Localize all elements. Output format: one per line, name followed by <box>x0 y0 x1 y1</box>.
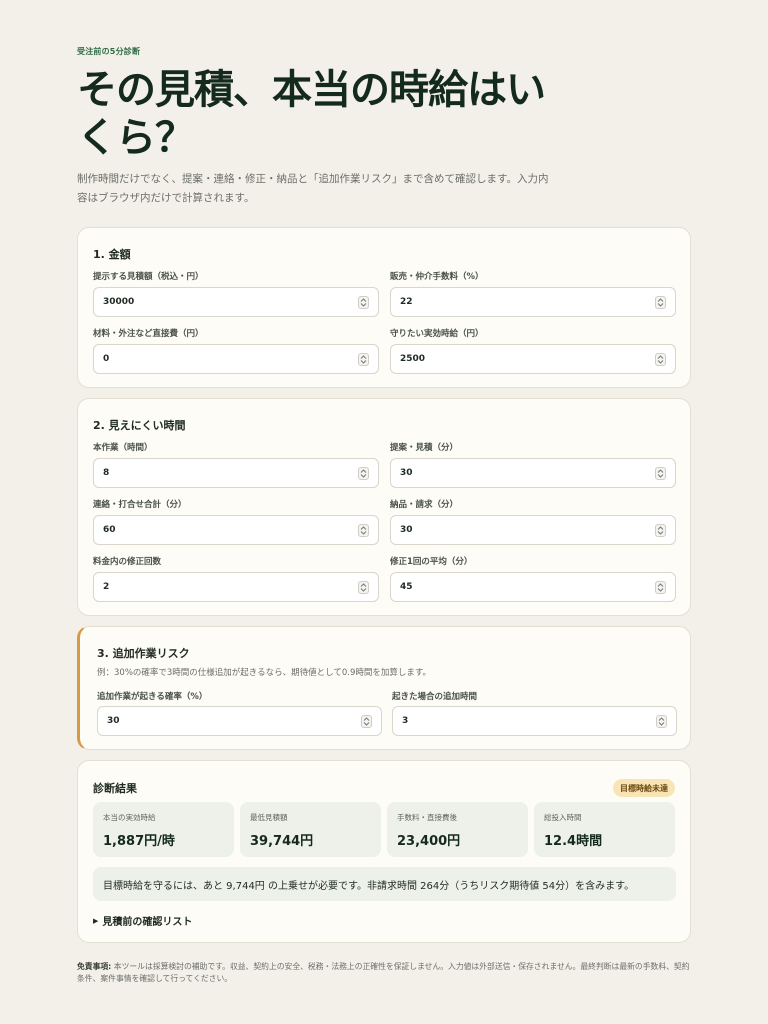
result-summary: 目標時給を守るには、あと 9,744円 の上乗せが必要です。非請求時間 264分… <box>93 867 676 901</box>
target-rate-input[interactable]: 2500 <box>390 344 676 374</box>
metric-minimum-quote: 最低見積額 39,744円 <box>240 802 381 857</box>
meeting-time-label: 連絡・打合せ合計（分） <box>93 500 187 510</box>
stepper-icon[interactable] <box>655 581 666 594</box>
extra-hours-value: 3 <box>402 716 409 726</box>
quote-amount-value: 30000 <box>103 297 135 307</box>
meeting-time-input[interactable]: 60 <box>93 515 379 545</box>
fee-rate-value: 22 <box>400 297 413 307</box>
checklist-toggle[interactable]: ▶ 見積前の確認リスト <box>93 913 193 929</box>
stepper-icon[interactable] <box>358 296 369 309</box>
stepper-icon[interactable] <box>655 353 666 366</box>
metric-label: 最低見積額 <box>250 813 288 822</box>
revision-avg-input[interactable]: 45 <box>390 572 676 602</box>
metric-label: 総投入時間 <box>544 813 582 822</box>
quote-amount-input[interactable]: 30000 <box>93 287 379 317</box>
revision-count-label: 料金内の修正回数 <box>93 557 162 567</box>
stepper-icon[interactable] <box>358 353 369 366</box>
target-rate-label: 守りたい実効時給（円） <box>390 329 484 339</box>
quote-amount-label: 提示する見積額（税込・円） <box>93 272 204 282</box>
metric-value: 12.4時間 <box>544 834 603 849</box>
risk-probability-value: 30 <box>107 716 120 726</box>
revision-count-value: 2 <box>103 582 110 592</box>
delivery-time-value: 30 <box>400 525 413 535</box>
extra-hours-label: 起きた場合の追加時間 <box>392 692 478 702</box>
revision-count-input[interactable]: 2 <box>93 572 379 602</box>
proposal-time-input[interactable]: 30 <box>390 458 676 488</box>
stepper-icon[interactable] <box>358 524 369 537</box>
risk-note: 例：30%の確率で3時間の仕様追加が起きるなら、期待値として0.9時間を加算しま… <box>97 668 432 678</box>
direct-cost-input[interactable]: 0 <box>93 344 379 374</box>
section-extra-risk: 3. 追加作業リスク 例：30%の確率で3時間の仕様追加が起きるなら、期待値とし… <box>77 626 691 750</box>
revision-avg-value: 45 <box>400 582 413 592</box>
section-amount-title: 1. 金額 <box>93 248 131 261</box>
disclaimer-text: 本ツールは採算検討の補助です。収益、契約上の安全、税務・法務上の正確性を保証しま… <box>77 962 690 983</box>
page-title: その見積、本当の時給はいくら？ <box>77 67 546 161</box>
delivery-time-input[interactable]: 30 <box>390 515 676 545</box>
main-work-value: 8 <box>103 468 110 478</box>
main-work-input[interactable]: 8 <box>93 458 379 488</box>
main-work-label: 本作業（時間） <box>93 443 153 453</box>
risk-probability-label: 追加作業が起きる確率（%） <box>97 692 208 702</box>
metric-net-amount: 手数料・直接費後 23,400円 <box>387 802 528 857</box>
stepper-icon[interactable] <box>655 296 666 309</box>
section-hidden-time: 2. 見えにくい時間 本作業（時間） 8 提案・見積（分） 30 連絡・打合せ合… <box>77 398 691 616</box>
metric-effective-rate: 本当の実効時給 1,887円/時 <box>93 802 234 857</box>
extra-hours-input[interactable]: 3 <box>392 706 677 736</box>
lead-text: 制作時間だけでなく、提案・連絡・修正・納品と「追加作業リスク」まで含めて確認しま… <box>77 173 549 204</box>
metric-value: 23,400円 <box>397 834 461 849</box>
status-badge: 目標時給未達 <box>613 779 675 797</box>
eyebrow-label: 受注前の5分診断 <box>77 47 141 56</box>
fee-rate-label: 販売・仲介手数料（%） <box>390 272 484 282</box>
metric-value: 39,744円 <box>250 834 314 849</box>
section-amount: 1. 金額 提示する見積額（税込・円） 30000 販売・仲介手数料（%） 22… <box>77 227 691 388</box>
fee-rate-input[interactable]: 22 <box>390 287 676 317</box>
metric-label: 手数料・直接費後 <box>397 813 457 822</box>
disclosure-triangle-icon: ▶ <box>93 916 99 925</box>
disclaimer-label: 免責事項: <box>77 962 112 971</box>
disclaimer: 免責事項: 本ツールは採算検討の補助です。収益、契約上の安全、税務・法務上の正確… <box>77 961 691 985</box>
section-hidden-time-title: 2. 見えにくい時間 <box>93 419 186 432</box>
stepper-icon[interactable] <box>655 524 666 537</box>
target-rate-value: 2500 <box>400 354 426 364</box>
stepper-icon[interactable] <box>361 715 372 728</box>
meeting-time-value: 60 <box>103 525 116 535</box>
stepper-icon[interactable] <box>655 467 666 480</box>
risk-probability-input[interactable]: 30 <box>97 706 382 736</box>
stepper-icon[interactable] <box>656 715 667 728</box>
section-extra-risk-title: 3. 追加作業リスク <box>97 647 190 660</box>
revision-avg-label: 修正1回の平均（分） <box>390 557 473 567</box>
metric-label: 本当の実効時給 <box>103 813 156 822</box>
direct-cost-value: 0 <box>103 354 110 364</box>
metric-total-hours: 総投入時間 12.4時間 <box>534 802 675 857</box>
proposal-time-value: 30 <box>400 468 413 478</box>
section-result: 診断結果 目標時給未達 本当の実効時給 1,887円/時 最低見積額 39,74… <box>77 760 691 943</box>
stepper-icon[interactable] <box>358 467 369 480</box>
result-title: 診断結果 <box>93 782 137 795</box>
metric-value: 1,887円/時 <box>103 834 175 849</box>
stepper-icon[interactable] <box>358 581 369 594</box>
checklist-label: 見積前の確認リスト <box>102 917 193 928</box>
proposal-time-label: 提案・見積（分） <box>390 443 459 453</box>
delivery-time-label: 納品・請求（分） <box>390 500 459 510</box>
direct-cost-label: 材料・外注など直接費（円） <box>93 329 204 339</box>
